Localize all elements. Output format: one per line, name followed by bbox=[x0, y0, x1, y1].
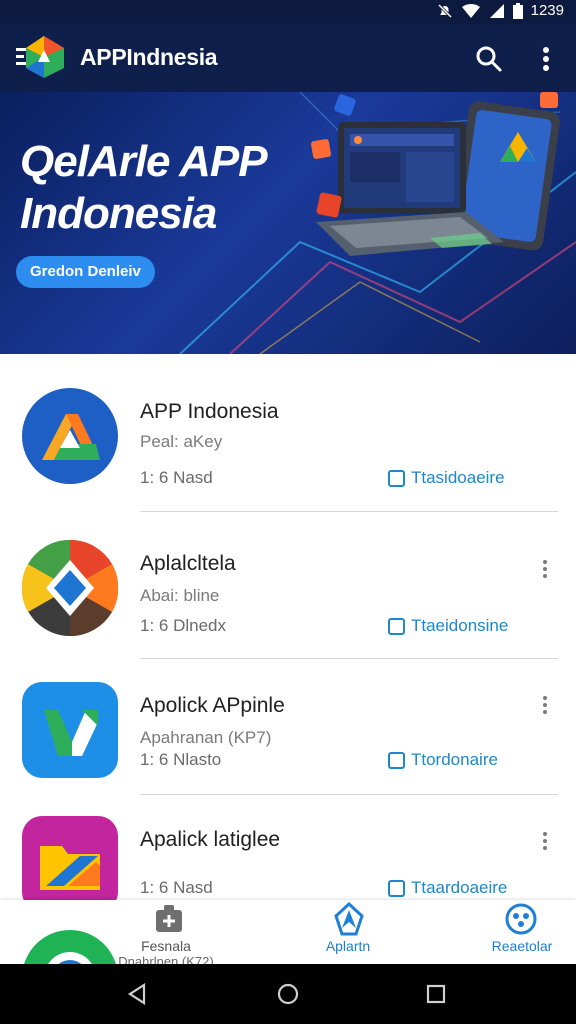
explore-icon bbox=[334, 902, 364, 936]
settings-dots-icon bbox=[505, 903, 537, 935]
install-label: Ttaeidonsine bbox=[411, 616, 509, 635]
wifi-icon bbox=[461, 3, 480, 18]
status-bar: 1239 bbox=[0, 0, 576, 24]
promo-banner[interactable]: QelArle APP Indonesia Gredon Denleiv bbox=[0, 92, 576, 354]
app-name: APP Indonesia bbox=[140, 400, 279, 423]
more-vert-icon[interactable] bbox=[538, 830, 552, 852]
recents-icon[interactable] bbox=[424, 982, 448, 1006]
app-list: APP Indonesia Peal: aKey 1: 6 Nasd Ttasi… bbox=[0, 354, 576, 900]
app-meta: 1: 6 Dlnedx bbox=[140, 616, 226, 635]
folder-icon bbox=[22, 816, 118, 900]
install-link[interactable]: Ttasidoaeire bbox=[388, 468, 505, 488]
n-letter-icon bbox=[22, 682, 118, 778]
app-name: Aplalcltela bbox=[140, 552, 236, 575]
list-item[interactable]: Aplalcltela Abai: bline 1: 6 Dlnedx Ttae… bbox=[0, 506, 576, 656]
app-title: APPIndnesia bbox=[80, 44, 218, 70]
app-name: Apalick latiglee bbox=[140, 828, 281, 851]
install-link[interactable]: Ttaeidonsine bbox=[388, 616, 508, 636]
install-link[interactable]: Ttordonaire bbox=[388, 750, 498, 770]
status-icons: 1239 bbox=[437, 2, 564, 19]
status-time: 1239 bbox=[530, 2, 564, 19]
bottom-navigation: Fesnala Dnahrlnen (K72) Aplartn Reaetola… bbox=[0, 900, 576, 964]
app-meta: 1: 6 Nlasto bbox=[140, 750, 222, 769]
banner-title-line1: QelArle APP bbox=[20, 137, 268, 186]
notifications-off-icon bbox=[437, 3, 452, 18]
nav-item-aplartn[interactable]: Aplartn bbox=[298, 900, 398, 964]
install-label: Ttordonaire bbox=[411, 750, 498, 769]
nav-item-fesnala[interactable]: Fesnala Dnahrlnen (K72) bbox=[116, 900, 216, 964]
peek-app-icon bbox=[22, 930, 118, 964]
battery-icon bbox=[512, 2, 523, 19]
triangle-a-icon bbox=[22, 388, 118, 484]
banner-button[interactable]: Gredon Denleiv bbox=[16, 256, 155, 288]
devices-illustration bbox=[311, 92, 561, 256]
checkbox-icon bbox=[388, 617, 405, 635]
pinwheel-icon bbox=[22, 540, 118, 636]
app-meta: 1: 6 Nasd bbox=[140, 468, 213, 487]
app-subtitle: Peal: aKey bbox=[140, 432, 223, 451]
more-vert-icon[interactable] bbox=[538, 558, 552, 580]
app-meta: 1: 6 Nasd bbox=[140, 878, 213, 897]
nav-label: Reaetolar bbox=[491, 938, 553, 954]
signal-icon bbox=[489, 3, 504, 18]
checkbox-icon bbox=[388, 879, 405, 897]
home-icon[interactable] bbox=[276, 982, 300, 1006]
more-vert-icon[interactable] bbox=[538, 694, 552, 716]
add-box-icon bbox=[156, 905, 182, 932]
app-name: Apolick APpinle bbox=[140, 694, 285, 717]
checkbox-icon bbox=[388, 751, 405, 769]
checkbox-icon bbox=[388, 469, 405, 487]
list-item[interactable]: Apalick latiglee 1: 6 Nasd Ttaardoaeire bbox=[0, 786, 576, 900]
nav-label: Aplartn bbox=[325, 938, 371, 954]
banner-title-line2: Indonesia bbox=[20, 189, 217, 238]
peek-text: Dnahrlnen (K72) bbox=[118, 954, 214, 964]
app-bar: APPIndnesia bbox=[0, 24, 576, 92]
install-link[interactable]: Ttaardoaeire bbox=[388, 878, 507, 898]
list-item[interactable]: APP Indonesia Peal: aKey 1: 6 Nasd Ttasi… bbox=[0, 354, 576, 504]
more-vert-icon[interactable] bbox=[532, 42, 560, 76]
app-subtitle: Abai: bline bbox=[140, 586, 220, 605]
nav-label: Fesnala bbox=[141, 938, 191, 954]
system-navigation-bar bbox=[0, 964, 576, 1024]
nav-item-reaetolar[interactable]: Reaetolar bbox=[470, 900, 574, 964]
logo-icon bbox=[16, 36, 64, 78]
list-item[interactable]: Apolick APpinle Apahranan (KP7) 1: 6 Nla… bbox=[0, 650, 576, 800]
back-icon[interactable] bbox=[126, 982, 150, 1006]
install-label: Ttaardoaeire bbox=[411, 878, 508, 897]
banner-title: QelArle APP Indonesia bbox=[20, 136, 268, 240]
search-icon[interactable] bbox=[472, 42, 506, 76]
install-label: Ttasidoaeire bbox=[411, 468, 505, 487]
app-subtitle: Apahranan (KP7) bbox=[140, 728, 272, 747]
